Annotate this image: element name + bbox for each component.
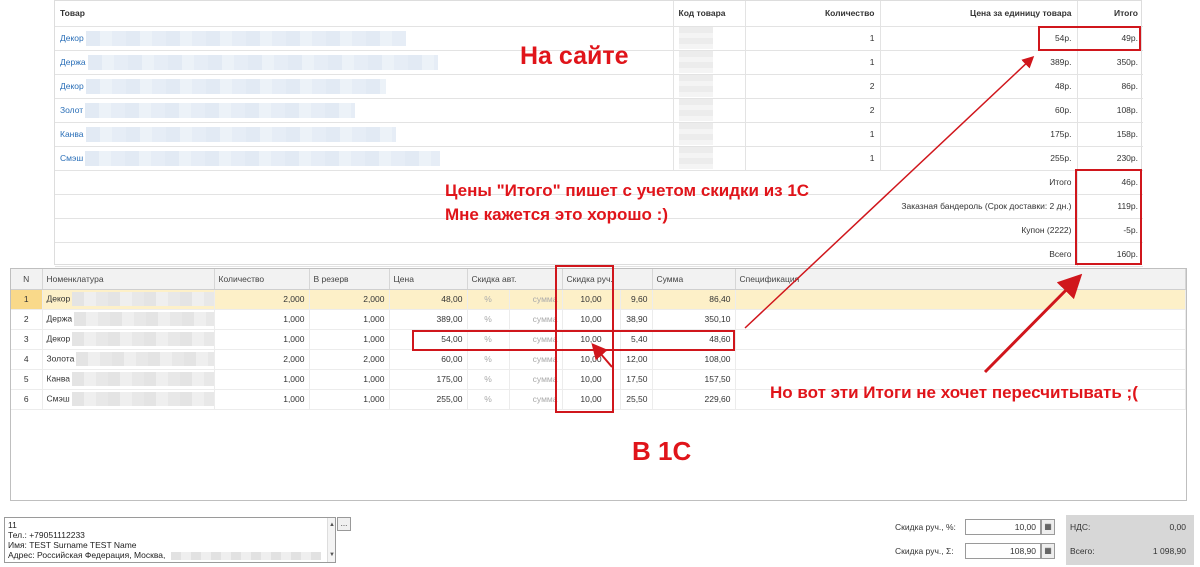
annotation-site: На сайте [520,42,629,70]
screenshot-root: Товар Код товара Количество Цена за един… [0,0,1200,567]
annotation-onec: В 1С [632,436,692,466]
annotation-note-2: Мне кажется это хорошо :) [445,205,668,224]
annotation-note-1: Цены "Итого" пишет с учетом скидки из 1С [445,181,810,200]
arrow-line [983,273,1083,374]
annotation-arrows [591,55,1083,374]
arrow-line [591,342,613,368]
annotation-complaint: Но вот эти Итоги не хочет пересчитывать … [770,383,1138,402]
